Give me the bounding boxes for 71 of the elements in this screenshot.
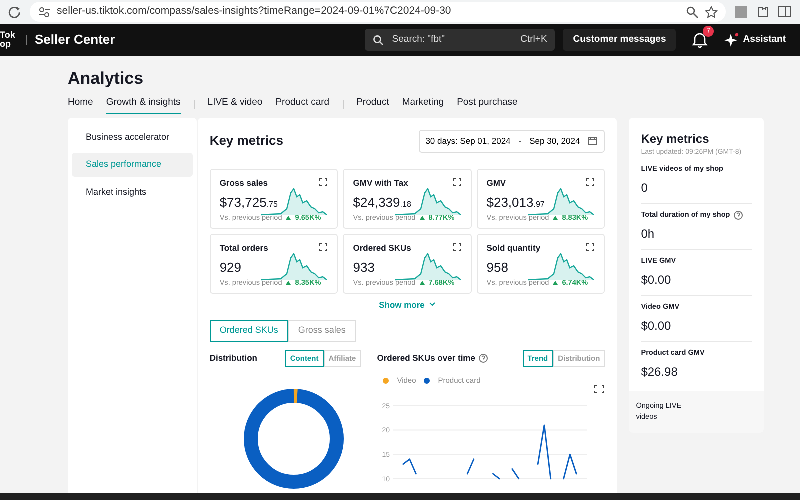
up-arrow-icon [420, 281, 425, 286]
expand-icon[interactable] [452, 178, 462, 188]
sidebar-item[interactable]: Market insights [72, 180, 193, 204]
metric-label: Ordered SKUs [353, 242, 412, 254]
expand-icon[interactable] [452, 243, 462, 252]
nav-tab[interactable]: Post purchase [457, 96, 518, 114]
page-title: Analytics [68, 68, 145, 90]
assistant-label[interactable]: Assistant [743, 32, 786, 48]
nav-tab[interactable]: Home [68, 96, 94, 114]
metric-label: GMV with Tax [353, 176, 408, 190]
fullscreen-icon[interactable] [594, 386, 605, 394]
chevron-down-icon [428, 302, 436, 308]
search-field[interactable]: Search: "fbt" Ctrl+K [365, 29, 556, 51]
metric-value: $0.00 [641, 318, 672, 335]
sparkline-drawing [394, 252, 461, 280]
up-arrow-icon [286, 216, 292, 220]
metric-value: 0h [641, 226, 656, 244]
zoom-icon[interactable] [686, 6, 699, 18]
expand-icon[interactable] [586, 243, 596, 252]
sparkle-icon[interactable] [724, 32, 740, 48]
chart-title: Ordered SKUs over time [377, 352, 476, 365]
side-panel-icon[interactable] [778, 5, 792, 19]
expand-icon[interactable] [319, 243, 328, 252]
date-range-picker[interactable]: 30 days: Sep 01, 2024 - Sep 30, 2024 [418, 130, 606, 152]
nav-tab[interactable]: Product card [276, 96, 330, 114]
calendar-icon [588, 136, 598, 146]
metric-label: Gross sales [220, 176, 268, 190]
customer-messages-button[interactable]: Customer messages [563, 29, 676, 51]
sparkline-drawing [528, 252, 594, 280]
up-arrow-icon [553, 281, 558, 286]
sidebar-item[interactable]: Business accelerator [72, 126, 193, 150]
up-arrow-icon [553, 216, 558, 220]
extensions-icon[interactable] [756, 5, 770, 19]
metric-label: Sold quantity [486, 242, 541, 254]
metric-value: $24,339.18 [353, 194, 412, 212]
section-title: Key metrics [210, 132, 284, 150]
nav-tab[interactable]: Marketing [402, 96, 444, 114]
logo-text: Tok op [0, 31, 16, 49]
app-title: Seller Center [35, 31, 116, 50]
metric-value: 933 [353, 259, 375, 278]
search-icon [373, 34, 384, 46]
metric-value: $0.00 [641, 272, 672, 290]
metric-value: $26.98 [641, 364, 679, 381]
up-arrow-icon [420, 216, 425, 220]
chart-title: Distribution [210, 352, 258, 365]
search-input[interactable]: Search: "fbt" [390, 32, 515, 48]
metric-value: 929 [220, 259, 242, 278]
bookmark-star-icon[interactable] [705, 6, 718, 18]
reload-icon[interactable] [8, 5, 22, 19]
metric-value: 0 [641, 180, 649, 198]
help-icon[interactable] [479, 354, 488, 363]
metric-value: $73,725.75 [220, 194, 278, 212]
nav-tab[interactable]: Product [356, 96, 390, 114]
profile-icon[interactable] [734, 5, 748, 19]
metric-tab[interactable]: Ordered SKUs [210, 320, 288, 342]
bell-icon[interactable] [692, 32, 708, 48]
shortcut-hint: Ctrl+K [520, 32, 548, 47]
expand-icon[interactable] [586, 178, 596, 188]
section-title: Key metrics [641, 130, 710, 148]
help-icon[interactable] [734, 211, 744, 220]
nav-tab[interactable]: Growth & insights [106, 96, 181, 114]
metric-label: Total orders [220, 242, 268, 254]
metric-label: GMV [486, 176, 506, 190]
expand-icon[interactable] [319, 178, 328, 188]
metric-value: $23,013.97 [486, 194, 545, 212]
nav-tab[interactable]: LIVE & video [208, 96, 263, 114]
sparkline-drawing [261, 252, 328, 280]
site-settings-icon[interactable] [38, 6, 51, 18]
up-arrow-icon [286, 281, 292, 286]
metric-tab[interactable]: Gross sales [288, 320, 356, 342]
metric-value: 958 [486, 259, 508, 278]
